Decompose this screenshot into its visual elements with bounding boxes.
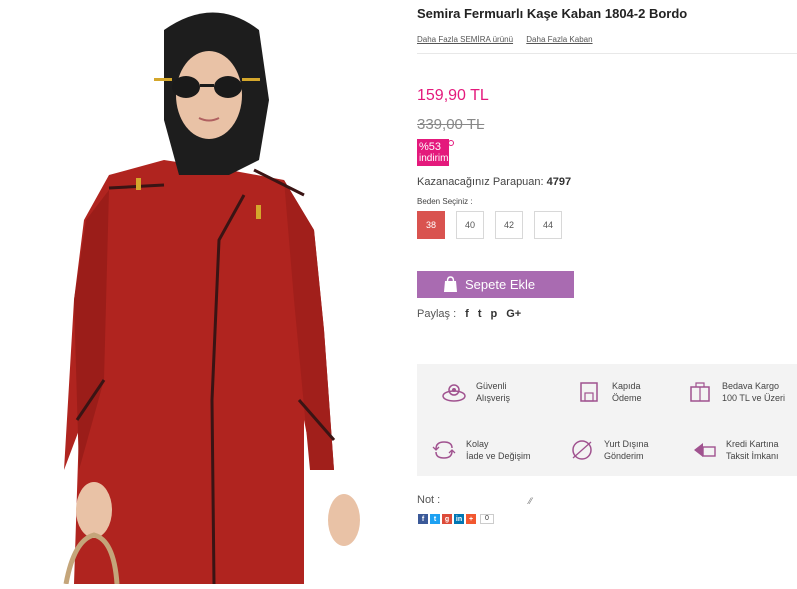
pinterest-icon[interactable]: p bbox=[490, 308, 497, 320]
feature-text-2: Alışveriş bbox=[476, 393, 511, 403]
size-option-40[interactable]: 40 bbox=[456, 211, 484, 239]
feature-text-2: Taksit İmkanı bbox=[726, 451, 779, 461]
size-option-38[interactable]: 38 bbox=[417, 211, 445, 239]
google-share-icon[interactable]: g bbox=[442, 514, 452, 524]
linkedin-share-icon[interactable]: in bbox=[454, 514, 464, 524]
divider bbox=[417, 53, 797, 54]
size-option-42[interactable]: 42 bbox=[495, 211, 523, 239]
more-share-icon[interactable]: + bbox=[466, 514, 476, 524]
feature-international-shipping: Yurt Dışına Gönderim bbox=[569, 438, 649, 462]
old-price: 339,00 TL bbox=[417, 116, 485, 133]
add-to-cart-button[interactable]: Sepete Ekle bbox=[417, 271, 574, 298]
discount-percent: %53 bbox=[419, 141, 442, 153]
product-image[interactable] bbox=[14, 0, 400, 584]
feature-text-2: İade ve Değişim bbox=[466, 451, 531, 461]
share-label: Paylaş : bbox=[417, 308, 457, 320]
feature-secure-shopping: Güvenli Alışveriş bbox=[441, 380, 510, 404]
discount-badge: %53 indirim bbox=[417, 139, 449, 166]
current-price: 159,90 TL bbox=[417, 87, 489, 104]
product-title: Semira Fermuarlı Kaşe Kaban 1804-2 Bordo bbox=[417, 6, 688, 21]
discount-label: indirim bbox=[419, 153, 449, 164]
free-shipping-icon bbox=[690, 382, 710, 402]
more-brand-link[interactable]: Daha Fazla SEMİRA ürünü bbox=[417, 35, 513, 44]
feature-text-1: Bedava Kargo bbox=[722, 381, 780, 391]
feature-credit-card: Kredi Kartına Taksit İmkanı bbox=[691, 438, 779, 462]
feature-easy-return: Kolay İade ve Değişim bbox=[431, 438, 531, 462]
google-plus-icon[interactable]: G+ bbox=[506, 308, 521, 320]
size-selector: 38 40 42 44 bbox=[417, 211, 562, 239]
add-to-cart-label: Sepete Ekle bbox=[465, 277, 536, 292]
international-shipping-icon bbox=[572, 440, 592, 460]
feature-pay-at-door: Kapıda Ödeme bbox=[577, 380, 642, 404]
feature-text-2: 100 TL ve Üzeri bbox=[722, 393, 786, 403]
share-count: 0 bbox=[480, 514, 494, 524]
feature-text-1: Kapıda bbox=[612, 381, 641, 391]
points-info: Kazanacağınız Parapuan: 4797 bbox=[417, 176, 571, 188]
facebook-share-icon[interactable]: f bbox=[418, 514, 428, 524]
features-panel: Güvenli Alışveriş Kapıda Ödeme Bedava Karg… bbox=[417, 364, 797, 476]
feature-text-2: Ödeme bbox=[612, 393, 642, 403]
feature-text-1: Kolay bbox=[466, 439, 489, 449]
secure-shopping-icon bbox=[442, 384, 466, 402]
feature-text-2: Gönderim bbox=[604, 451, 644, 461]
note-label: Not : bbox=[417, 494, 441, 506]
easy-return-icon bbox=[432, 441, 456, 459]
product-links: Daha Fazla SEMİRA ürünü Daha Fazla Kaban bbox=[417, 35, 604, 44]
more-category-link[interactable]: Daha Fazla Kaban bbox=[526, 35, 592, 44]
discount-decoration-icon bbox=[448, 140, 454, 146]
shopping-bag-icon bbox=[444, 276, 457, 292]
feature-text-1: Yurt Dışına bbox=[604, 439, 649, 449]
credit-card-icon bbox=[694, 443, 716, 457]
note-resize-handle-icon[interactable]: ⁄⁄ bbox=[529, 496, 532, 506]
size-option-44[interactable]: 44 bbox=[534, 211, 562, 239]
twitter-icon[interactable]: t bbox=[478, 308, 482, 320]
size-label: Beden Seçiniz : bbox=[417, 197, 473, 206]
feature-text-1: Güvenli bbox=[476, 381, 507, 391]
feature-free-shipping: Bedava Kargo 100 TL ve Üzeri bbox=[687, 380, 785, 404]
points-label: Kazanacağınız Parapuan: bbox=[417, 176, 544, 188]
share-bar: Paylaş : f t p G+ bbox=[417, 308, 521, 320]
facebook-icon[interactable]: f bbox=[465, 308, 469, 320]
feature-text-1: Kredi Kartına bbox=[726, 439, 779, 449]
pay-at-door-icon bbox=[580, 382, 598, 402]
social-share-buttons: f t g in + 0 bbox=[418, 514, 494, 524]
twitter-share-icon[interactable]: t bbox=[430, 514, 440, 524]
points-value: 4797 bbox=[546, 176, 572, 188]
